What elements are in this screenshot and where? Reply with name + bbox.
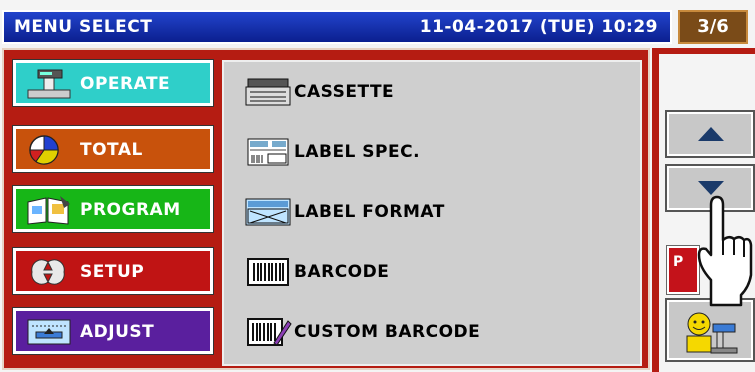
category-label: OPERATE [80, 74, 171, 94]
scale-menu-screen: MENU SELECT 11-04-2017 (TUE) 10:29 3/6 O… [0, 0, 755, 372]
category-setup-button[interactable]: SETUP [12, 247, 214, 295]
menu-item-cassette[interactable]: CASSETTE [244, 72, 624, 112]
category-label: PROGRAM [80, 200, 181, 220]
barcode-icon [247, 258, 289, 286]
menu-item-label-spec[interactable]: LABEL SPEC. [244, 132, 624, 172]
pointing-hand-icon [697, 195, 753, 307]
cassette-icon [245, 78, 291, 106]
scroll-up-button[interactable] [665, 110, 755, 158]
menu-item-label: LABEL FORMAT [294, 202, 445, 222]
menu-item-label: CASSETTE [294, 82, 395, 102]
calibration-icon [27, 319, 71, 345]
category-program-button[interactable]: PROGRAM [12, 185, 214, 233]
menu-item-label: CUSTOM BARCODE [294, 322, 481, 342]
menu-item-label: LABEL SPEC. [294, 142, 421, 162]
scale-icon [27, 69, 71, 99]
date-time: 11-04-2017 (TUE) 10:29 [419, 17, 658, 37]
category-label: ADJUST [80, 322, 155, 342]
category-adjust-button[interactable]: ADJUST [12, 307, 214, 355]
submenu-list: CASSETTE LABEL SPEC. LABEL FORMAT BARCOD… [222, 60, 642, 366]
wrench-icon [31, 259, 65, 285]
page-title: MENU SELECT [14, 17, 153, 37]
arrow-up-icon [698, 127, 724, 141]
operator-icon [686, 312, 738, 354]
custom-barcode-icon [247, 318, 292, 346]
menu-item-label: BARCODE [294, 262, 390, 282]
pie-chart-icon [29, 135, 59, 165]
label-format-icon [245, 198, 291, 226]
title-bar: MENU SELECT 11-04-2017 (TUE) 10:29 [2, 10, 672, 44]
category-operate-button[interactable]: OPERATE [12, 59, 214, 107]
page-indicator: 3/6 [678, 10, 748, 44]
menu-item-custom-barcode[interactable]: CUSTOM BARCODE [244, 312, 624, 352]
menu-item-barcode[interactable]: BARCODE [244, 252, 624, 292]
label-spec-icon [247, 138, 289, 166]
category-label: SETUP [80, 262, 145, 282]
menu-item-label-format[interactable]: LABEL FORMAT [244, 192, 624, 232]
category-label: TOTAL [80, 140, 143, 160]
book-icon [27, 196, 70, 225]
category-total-button[interactable]: TOTAL [12, 125, 214, 173]
